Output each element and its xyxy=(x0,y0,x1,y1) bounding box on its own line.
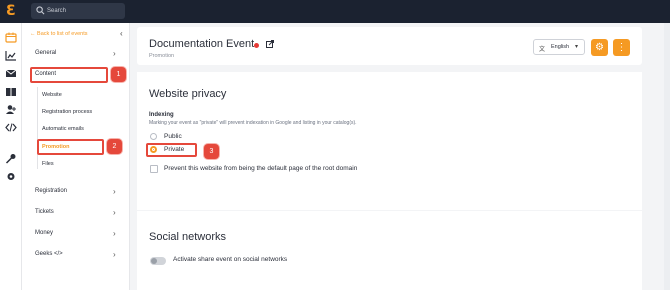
top-bar: Ɛ Search xyxy=(0,0,670,23)
settings-button[interactable]: ⚙ xyxy=(591,39,608,56)
more-options-button[interactable]: ⋮ xyxy=(613,39,630,56)
translate-icon: 文 xyxy=(539,47,546,53)
status-dot xyxy=(254,43,259,48)
book-icon[interactable] xyxy=(5,86,17,97)
back-label: Back to list of events xyxy=(37,31,88,37)
users-icon[interactable] xyxy=(5,104,17,115)
key-icon[interactable] xyxy=(5,153,17,164)
back-link[interactable]: ← Back to list of events xyxy=(30,31,87,37)
highlight-content xyxy=(30,67,108,83)
icon-rail xyxy=(0,23,22,290)
nav-item-label: Tickets xyxy=(35,209,54,215)
chart-icon[interactable] xyxy=(5,50,17,61)
radio-public[interactable] xyxy=(150,133,157,140)
nav-item-money[interactable]: Money › xyxy=(35,229,116,238)
section-title: Social networks xyxy=(149,231,227,243)
nav-item-label: Money xyxy=(35,230,54,236)
nav-item-label: Registration xyxy=(35,188,68,194)
chevron-right-icon: › xyxy=(113,208,116,217)
annotation-badge-1: 1 xyxy=(111,67,126,82)
caret-down-icon: ▾ xyxy=(575,44,579,50)
scrollbar[interactable] xyxy=(664,23,670,290)
sub-item-files[interactable]: Files xyxy=(42,161,54,167)
radio-public-label: Public xyxy=(164,133,182,140)
collapse-chevron-icon[interactable]: ‹ xyxy=(120,29,123,38)
mail-icon[interactable] xyxy=(5,68,17,79)
highlight-promotion xyxy=(37,139,104,155)
calendar-icon[interactable] xyxy=(5,32,17,43)
annotation-badge-2: 2 xyxy=(107,139,122,154)
page-subtitle: Promotion xyxy=(149,53,175,59)
external-link-icon[interactable] xyxy=(266,40,274,48)
nav-item-label: Geeks </> xyxy=(35,251,63,257)
page-title: Documentation Event xyxy=(149,38,255,50)
event-nav: ← Back to list of events ‹ General › Cont… xyxy=(22,23,130,290)
nav-item-registration[interactable]: Registration › xyxy=(35,187,116,196)
indexing-hint: Marking your event as "private" will pre… xyxy=(149,120,357,126)
submenu-line xyxy=(37,87,38,169)
chevron-right-icon: › xyxy=(113,250,116,259)
search-placeholder: Search xyxy=(47,8,67,14)
indexing-label: Indexing xyxy=(149,112,174,118)
share-toggle-label: Activate share event on social networks xyxy=(173,256,288,263)
annotation-badge-3: 3 xyxy=(204,144,219,159)
sub-item-website[interactable]: Website xyxy=(42,92,62,98)
language-value: English xyxy=(551,44,570,50)
language-select[interactable]: 文 English ▾ xyxy=(533,39,585,55)
chevron-right-icon: › xyxy=(113,49,116,58)
prevent-default-checkbox[interactable] xyxy=(150,165,158,173)
chevron-right-icon: › xyxy=(113,229,116,238)
search-icon xyxy=(36,6,45,15)
highlight-private xyxy=(146,143,197,157)
search-input[interactable]: Search xyxy=(31,3,125,19)
kebab-icon: ⋮ xyxy=(616,42,627,53)
event-header: Documentation Event Promotion 文 English … xyxy=(137,27,642,65)
app-logo[interactable]: Ɛ xyxy=(6,3,19,19)
sub-item-automatic-emails[interactable]: Automatic emails xyxy=(42,126,84,132)
social-networks-card: Social networks Activate share event on … xyxy=(137,211,642,290)
nav-item-general[interactable]: General › xyxy=(35,49,116,58)
gear-icon: ⚙ xyxy=(595,42,604,53)
chevron-right-icon: › xyxy=(113,187,116,196)
share-toggle[interactable] xyxy=(150,257,166,265)
nav-item-tickets[interactable]: Tickets › xyxy=(35,208,116,217)
nav-item-geeks[interactable]: Geeks </> › xyxy=(35,250,116,259)
gear-icon[interactable] xyxy=(5,171,17,182)
section-title: Website privacy xyxy=(149,88,227,100)
sub-item-registration-process[interactable]: Registration process xyxy=(42,109,92,115)
website-privacy-card: Website privacy Indexing Marking your ev… xyxy=(137,72,642,210)
prevent-default-label: Prevent this website from being the defa… xyxy=(164,165,358,172)
code-icon[interactable] xyxy=(5,122,17,133)
nav-item-label: General xyxy=(35,50,57,56)
